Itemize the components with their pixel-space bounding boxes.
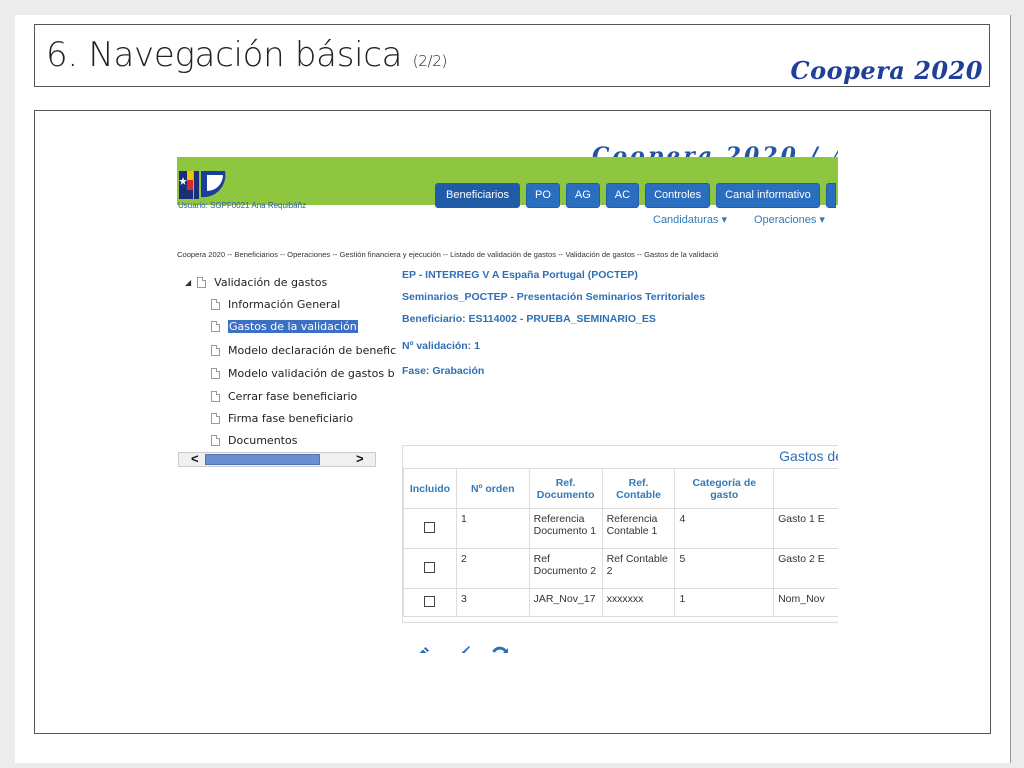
nav-ac[interactable]: AC: [605, 183, 640, 208]
app-header-bar: Usuario: SGPF0021 Ana Requibáñz Benefici…: [177, 157, 838, 210]
slide-title: 6. Navegación básica (2/2): [46, 35, 447, 75]
tree-item-gastos-validacion[interactable]: Gastos de la validación: [211, 320, 358, 333]
tree-item-documentos[interactable]: Documentos: [211, 434, 297, 447]
tree-item-label: Modelo validación de gastos b: [228, 367, 395, 380]
app-screenshot: Coopera 2020 / Aut Usuario: SGPF0021 Ana…: [177, 143, 838, 653]
expenses-panel: Gastos de Incluido Nº orden Ref. Documen…: [402, 445, 838, 623]
include-cell: [403, 548, 457, 589]
breadcrumb: Coopera 2020 -- Beneficiarios -- Operaci…: [177, 250, 719, 259]
cell-descripcion: Nom_Nov: [773, 588, 838, 617]
scroll-left-icon[interactable]: <: [191, 451, 199, 466]
include-checkbox[interactable]: [424, 595, 436, 607]
cell-ref-contable: xxxxxxx: [601, 588, 676, 617]
tree-item-label: Modelo declaración de benefic: [228, 344, 397, 357]
slide-title-text: 6. Navegación básica: [46, 35, 403, 75]
expenses-table: Incluido Nº orden Ref. Documento Ref. Co…: [403, 468, 838, 617]
file-icon: [211, 321, 220, 332]
col-descripcion[interactable]: [773, 468, 838, 509]
validation-number-label: Nº validación: 1: [402, 340, 480, 352]
table-row: 1 Referencia Documento 1 Referencia Cont…: [403, 508, 838, 549]
cell-descripcion: Gasto 1 E: [773, 508, 838, 549]
beneficiary-label: Beneficiario: ES114002 - PRUEBA_SEMINARI…: [402, 313, 656, 325]
cell-categoria: 5: [674, 548, 775, 589]
slide-title-suffix: (2/2): [412, 52, 448, 70]
file-icon: [211, 299, 220, 310]
tree-item-firma-fase[interactable]: Firma fase beneficiario: [211, 412, 353, 425]
refresh-icon: [492, 646, 508, 653]
include-checkbox[interactable]: [424, 561, 436, 573]
program-logo-icon: [179, 171, 226, 199]
cell-categoria: 4: [674, 508, 775, 549]
col-orden[interactable]: Nº orden: [455, 468, 530, 509]
cell-ref-documento: JAR_Nov_17: [528, 588, 603, 617]
tree-root[interactable]: ◢ Validación de gastos: [185, 276, 327, 289]
cell-descripcion: Gasto 2 E: [773, 548, 838, 589]
tree-item-modelo-declaracion[interactable]: Modelo declaración de benefic: [211, 344, 396, 357]
tree-item-cerrar-fase[interactable]: Cerrar fase beneficiario: [211, 390, 357, 403]
cell-ref-documento: Referencia Documento 1: [528, 508, 603, 549]
file-icon: [211, 391, 220, 402]
cell-orden: 2: [455, 548, 530, 589]
clean-button[interactable]: [449, 645, 471, 653]
include-cell: [403, 588, 457, 617]
table-row: 2 Ref Documento 2 Ref Contable 2 5 Gasto…: [403, 548, 838, 589]
main-nav: Beneficiarios PO AG AC Controles Canal i…: [435, 183, 836, 208]
nav-canal-informativo[interactable]: Canal informativo: [716, 183, 820, 208]
phase-label: Fase: Grabación: [402, 365, 485, 377]
tree-item-label: Información General: [228, 298, 341, 311]
file-icon: [197, 277, 207, 288]
tree-collapse-icon[interactable]: ◢: [185, 278, 191, 287]
expenses-panel-title: Gastos de: [779, 448, 838, 464]
tree-item-label: Documentos: [228, 434, 298, 447]
include-checkbox[interactable]: [424, 521, 436, 533]
brush-icon: [461, 646, 470, 653]
tree-item-label-selected: Gastos de la validación: [228, 320, 358, 333]
operation-label: Seminarios_POCTEP - Presentación Seminar…: [402, 291, 706, 303]
col-ref-contable[interactable]: Ref. Contable: [601, 468, 676, 509]
refresh-button[interactable]: [489, 645, 511, 653]
cell-categoria: 1: [674, 588, 775, 617]
pencil-icon: [419, 647, 429, 653]
edit-button[interactable]: [409, 645, 431, 653]
cell-ref-contable: Ref Contable 2: [601, 548, 676, 589]
subnav-operaciones[interactable]: Operaciones ▾: [754, 213, 825, 226]
tree-root-label: Validación de gastos: [214, 276, 328, 289]
file-icon: [211, 435, 220, 446]
file-icon: [211, 368, 220, 379]
col-categoria[interactable]: Categoría de gasto: [674, 468, 775, 509]
tree-horizontal-scrollbar[interactable]: < >: [178, 451, 376, 467]
program-label: EP - INTERREG V A España Portugal (POCTE…: [402, 269, 638, 281]
cell-orden: 3: [455, 588, 530, 617]
table-row: 3 JAR_Nov_17 xxxxxxx 1 Nom_Nov: [403, 588, 838, 617]
slide-title-box: 6. Navegación básica (2/2) Coopera 2020: [34, 24, 990, 87]
cell-ref-documento: Ref Documento 2: [528, 548, 603, 589]
scroll-right-icon[interactable]: >: [356, 451, 364, 466]
logged-user-label: Usuario: SGPF0021 Ana Requibáñz: [178, 201, 307, 210]
tree-item-modelo-validacion[interactable]: Modelo validación de gastos b: [211, 367, 395, 380]
scrollbar-thumb[interactable]: [205, 454, 320, 465]
tree-item-label: Firma fase beneficiario: [228, 412, 354, 425]
file-icon: [211, 345, 220, 356]
brand-logo: Coopera 2020: [790, 56, 983, 85]
nav-overflow-button[interactable]: [825, 183, 836, 208]
file-icon: [211, 413, 220, 424]
col-incluido[interactable]: Incluido: [403, 468, 457, 509]
cell-orden: 1: [455, 508, 530, 549]
tree-item-informacion-general[interactable]: Información General: [211, 298, 340, 311]
subnav-candidaturas[interactable]: Candidaturas ▾: [653, 213, 727, 226]
col-ref-documento[interactable]: Ref. Documento: [528, 468, 603, 509]
table-actions: [409, 645, 511, 653]
nav-po[interactable]: PO: [525, 183, 560, 208]
nav-beneficiarios[interactable]: Beneficiarios: [435, 183, 520, 208]
tree-item-label: Cerrar fase beneficiario: [228, 390, 358, 403]
nav-controles[interactable]: Controles: [645, 183, 711, 208]
nav-ag[interactable]: AG: [565, 183, 600, 208]
include-cell: [403, 508, 457, 549]
cell-ref-contable: Referencia Contable 1: [601, 508, 676, 549]
